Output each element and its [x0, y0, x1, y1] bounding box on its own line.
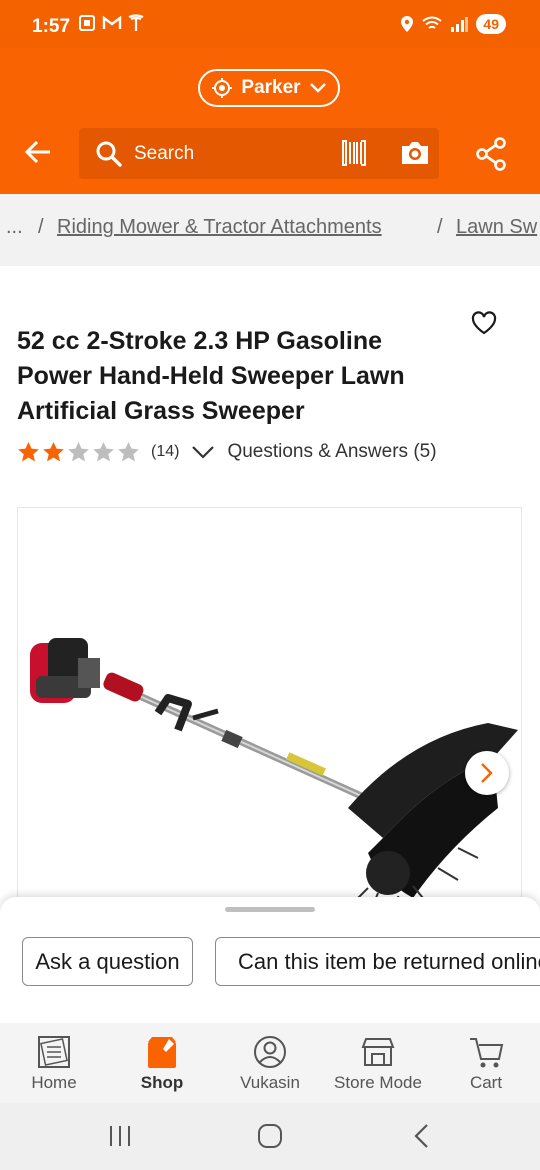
- star-filled-icon: [43, 441, 64, 462]
- battery-indicator: 49: [476, 14, 506, 34]
- tab-account[interactable]: Vukasin: [216, 1023, 324, 1103]
- location-icon: [401, 16, 414, 32]
- rating-row[interactable]: (14) Questions & Answers (5): [17, 439, 437, 465]
- return-question-label: Can this item be returned online?: [238, 948, 540, 974]
- store-selector[interactable]: Parker: [198, 69, 340, 107]
- star-filled-icon: [18, 441, 39, 462]
- app-header: Parker Search: [0, 48, 540, 194]
- star-empty-icon: [93, 441, 114, 462]
- camera-icon[interactable]: [399, 139, 431, 167]
- notification-icons: [78, 14, 144, 32]
- share-icon[interactable]: [475, 137, 507, 171]
- gmail-icon: [102, 15, 122, 29]
- search-input[interactable]: Search: [79, 128, 439, 179]
- questions-answers-link[interactable]: Questions & Answers (5): [227, 441, 436, 463]
- product-title: 52 cc 2-Stroke 2.3 HP Gasoline Power Han…: [17, 327, 405, 425]
- barcode-scanner-icon[interactable]: [341, 140, 367, 166]
- breadcrumb-link-riding-mower-attachments[interactable]: Riding Mower & Tractor Attachments: [57, 216, 382, 239]
- chevron-down-icon[interactable]: [191, 445, 215, 459]
- status-time: 1:57: [32, 16, 71, 37]
- breadcrumb-ellipsis[interactable]: ...: [6, 216, 23, 239]
- bottom-sheet: Ask a question Can this item be returned…: [0, 897, 540, 1023]
- store-icon: [361, 1038, 395, 1066]
- breadcrumb-separator: /: [38, 216, 44, 238]
- back-icon[interactable]: [412, 1123, 430, 1149]
- system-navigation-bar: [0, 1103, 540, 1170]
- breadcrumb-separator: /: [437, 216, 443, 238]
- tesla-icon: [128, 14, 144, 31]
- account-icon: [254, 1036, 286, 1068]
- status-bar: 1:57 49: [0, 0, 540, 48]
- screenshot-icon: [79, 15, 95, 31]
- star-rating: [17, 441, 140, 463]
- ask-question-label: Ask a question: [35, 948, 180, 974]
- shop-icon: [148, 1037, 176, 1068]
- tab-shop[interactable]: Shop: [108, 1023, 216, 1103]
- next-image-button[interactable]: [465, 751, 509, 795]
- tab-label-shop: Shop: [140, 1073, 184, 1092]
- ask-question-button[interactable]: Ask a question: [22, 937, 193, 986]
- tab-store-mode[interactable]: Store Mode: [324, 1023, 432, 1103]
- store-name: Parker: [241, 77, 301, 98]
- product-image-gallery[interactable]: [17, 507, 522, 927]
- chevron-right-icon: [481, 763, 493, 783]
- tab-home[interactable]: Home: [0, 1023, 108, 1103]
- home-button-icon[interactable]: [257, 1123, 283, 1149]
- search-placeholder: Search: [134, 143, 195, 164]
- home-depot-logo-icon: [38, 1036, 70, 1068]
- signal-icon: [451, 17, 469, 32]
- system-icons: 49: [400, 14, 506, 34]
- breadcrumb-link-lawn-sweepers[interactable]: Lawn Sw: [456, 216, 537, 239]
- star-empty-icon: [118, 441, 139, 462]
- drag-handle[interactable]: [225, 907, 315, 912]
- star-empty-icon: [68, 441, 89, 462]
- chevron-down-icon: [309, 83, 326, 93]
- product-image: [30, 638, 518, 919]
- back-arrow-icon[interactable]: [24, 140, 52, 164]
- recent-apps-icon[interactable]: [108, 1123, 132, 1149]
- location-target-icon: [212, 78, 233, 98]
- breadcrumb: ... / Riding Mower & Tractor Attachments…: [0, 194, 540, 266]
- tab-label-home: Home: [31, 1073, 77, 1092]
- review-count[interactable]: (14): [151, 443, 179, 461]
- cart-icon: [470, 1038, 504, 1068]
- tab-label-account: Vukasin: [240, 1073, 300, 1092]
- wifi-icon: [422, 16, 443, 29]
- heart-icon[interactable]: [471, 311, 497, 335]
- tab-cart[interactable]: Cart: [432, 1023, 540, 1103]
- search-icon: [96, 141, 122, 167]
- return-question-chip[interactable]: Can this item be returned online?: [215, 937, 540, 986]
- bottom-tab-bar: Home Shop Vukasin Store Mode Cart: [0, 1023, 540, 1103]
- tab-label-store-mode: Store Mode: [334, 1073, 422, 1092]
- tab-label-cart: Cart: [469, 1073, 503, 1092]
